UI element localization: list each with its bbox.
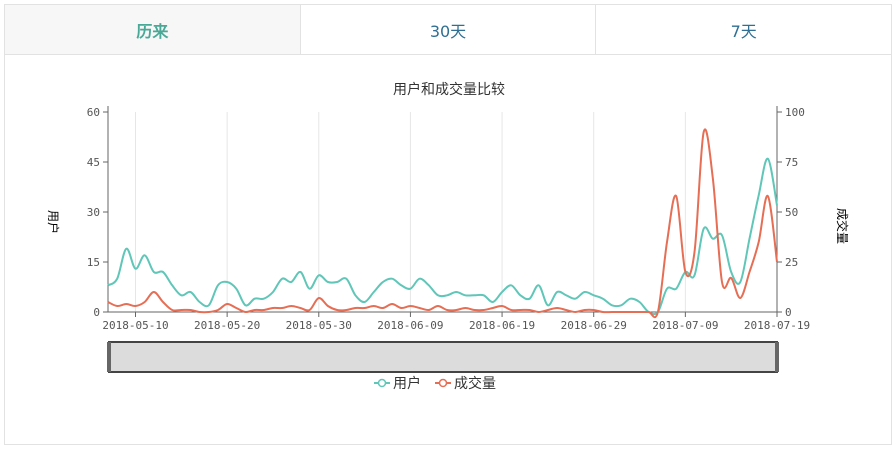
y-right-tick-label: 100 (785, 106, 805, 119)
y-right-tick-label: 75 (785, 156, 798, 169)
legend-item-orders[interactable]: 成交量 (435, 375, 496, 392)
datazoom-handle-left[interactable] (107, 342, 111, 372)
x-tick-label: 2018-05-10 (102, 319, 168, 332)
y-left-axis-label: 用户 (46, 210, 61, 234)
datazoom-track[interactable] (108, 341, 778, 373)
legend-label-users: 用户 (393, 375, 421, 392)
y-left-tick-label: 0 (93, 306, 100, 319)
legend-label-orders: 成交量 (454, 375, 496, 392)
datazoom-handle-right[interactable] (775, 342, 779, 372)
y-right-tick-label: 25 (785, 256, 798, 269)
x-tick-label: 2018-06-19 (469, 319, 535, 332)
y-right-tick-label: 0 (785, 306, 792, 319)
x-tick-label: 2018-06-09 (377, 319, 443, 332)
y-right-tick-label: 50 (785, 206, 798, 219)
chart-title: 用户和成交量比较 (393, 81, 505, 98)
y-left-tick-label: 30 (87, 206, 100, 219)
users-series-line (107, 157, 778, 316)
legend: 用户 成交量 (374, 375, 496, 392)
legend-item-users[interactable]: 用户 (374, 375, 421, 392)
x-tick-label: 2018-07-09 (652, 319, 718, 332)
x-tick-label: 2018-05-30 (286, 319, 352, 332)
users-vs-orders-chart: 用户和成交量比较 2018-05-10 2018-05-20 2018-05-30 2… (46, 81, 850, 392)
y-left-tick-label: 15 (87, 256, 100, 269)
x-tick-label: 2018-05-20 (194, 319, 260, 332)
y-left-tick-label: 60 (87, 106, 100, 119)
y-right-axis-label: 成交量 (835, 208, 850, 244)
x-tick-label: 2018-07-19 (744, 319, 810, 332)
y-left-tick-label: 45 (87, 156, 100, 169)
x-tick-label: 2018-06-29 (561, 319, 627, 332)
datazoom-slider[interactable] (107, 341, 779, 373)
